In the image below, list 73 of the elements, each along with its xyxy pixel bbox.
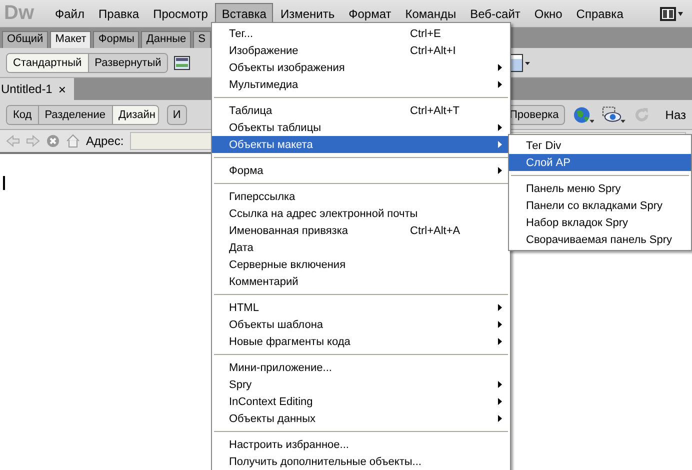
text-cursor: [3, 176, 5, 190]
menu-title[interactable]: Окно: [527, 2, 570, 24]
menu-item[interactable]: Настроить избранное...: [212, 436, 510, 453]
menu-title[interactable]: Файл: [48, 2, 92, 24]
view-button[interactable]: Разделение: [38, 106, 112, 124]
menu-item[interactable]: HTML: [212, 299, 510, 316]
menu-item[interactable]: Набор вкладок Spry: [509, 214, 691, 231]
menu-title[interactable]: Команды: [398, 2, 464, 24]
submenu-arrow-icon: [498, 167, 502, 174]
menu-item[interactable]: Spry: [212, 376, 510, 393]
menu-item[interactable]: InContext Editing: [212, 393, 510, 410]
menu-item[interactable]: Дата: [212, 239, 510, 256]
submenu-arrow-icon: [498, 141, 502, 148]
menu-title[interactable]: Вставка: [214, 2, 274, 24]
insert-tab[interactable]: Общий: [2, 31, 48, 48]
menu-item[interactable]: Сворачиваемая панель Spry: [509, 231, 691, 248]
submenu-arrow-icon: [498, 338, 502, 345]
menu-item[interactable]: Гиперссылка: [212, 188, 510, 205]
menu-item[interactable]: Ссылка на адрес электронной почты: [212, 205, 510, 222]
insert-tab[interactable]: S: [193, 31, 211, 48]
submenu-arrow-icon: [498, 64, 502, 71]
submenu-arrow-icon: [498, 304, 502, 311]
insert-tab[interactable]: Макет: [50, 31, 92, 48]
submenu-arrow-icon: [498, 398, 502, 405]
back-icon[interactable]: [6, 135, 20, 147]
menu-title[interactable]: Просмотр: [146, 2, 215, 24]
menu-item[interactable]: Объекты макета: [212, 136, 510, 153]
forward-icon[interactable]: [26, 135, 40, 147]
menu-item[interactable]: Получить дополнительные объекты...: [212, 453, 510, 470]
app-logo: Dw: [4, 2, 34, 25]
mode-button[interactable]: Развернутый: [88, 54, 168, 72]
address-label: Адрес:: [86, 134, 124, 148]
view-button[interactable]: Дизайн: [112, 106, 158, 124]
submenu-arrow-icon: [498, 381, 502, 388]
menu-title[interactable]: Формат: [342, 2, 398, 24]
menu-item[interactable]: Именованная привязка Ctrl+Alt+A: [212, 222, 510, 239]
menu-item[interactable]: Объекты шаблона: [212, 316, 510, 333]
menu-item[interactable]: Объекты данных: [212, 410, 510, 427]
home-icon[interactable]: [66, 134, 80, 148]
menu-title[interactable]: Веб-сайт: [463, 2, 528, 24]
title-label: Наз: [665, 108, 686, 122]
toolbar-button[interactable]: И: [166, 104, 187, 124]
submenu-arrow-icon: [498, 124, 502, 131]
menu-item[interactable]: Тег Div: [509, 137, 691, 154]
submenu-arrow-icon: [498, 81, 502, 88]
document-tab-title: Untitled-1: [1, 82, 52, 96]
menu-title[interactable]: Изменить: [273, 2, 342, 24]
menu-item[interactable]: Комментарий: [212, 273, 510, 290]
close-button[interactable]: ×: [58, 82, 66, 96]
preview-eye-icon[interactable]: [602, 106, 626, 124]
menu-item[interactable]: Мультимедиа: [212, 76, 510, 93]
menu-title[interactable]: Справка: [569, 2, 630, 24]
menu-item[interactable]: Форма: [212, 162, 510, 179]
view-button[interactable]: Код: [7, 106, 38, 124]
menu-item[interactable]: Серверные включения: [212, 256, 510, 273]
table-icon[interactable]: [174, 56, 190, 70]
stop-icon[interactable]: [46, 134, 60, 148]
menu-item[interactable]: Новые фрагменты кода: [212, 333, 510, 350]
insert-tab[interactable]: Формы: [93, 31, 140, 48]
layout-icon[interactable]: [660, 6, 684, 20]
mode-button[interactable]: Стандартный: [7, 54, 88, 72]
menu-item[interactable]: Панели со вкладками Spry: [509, 197, 691, 214]
menu-item[interactable]: Слой AP: [509, 154, 691, 171]
menu-item[interactable]: Мини-приложение...: [212, 359, 510, 376]
insert-tab[interactable]: Данные: [141, 31, 192, 48]
menu-item[interactable]: Панель меню Spry: [509, 180, 691, 197]
menu-item[interactable]: Объекты изображения: [212, 59, 510, 76]
globe-icon[interactable]: [572, 106, 594, 124]
menu-item[interactable]: Тег... Ctrl+E: [212, 25, 510, 42]
submenu-arrow-icon: [498, 321, 502, 328]
menu-item[interactable]: Изображение Ctrl+Alt+I: [212, 42, 510, 59]
submenu-arrow-icon: [498, 415, 502, 422]
menu-title[interactable]: Правка: [92, 2, 146, 24]
